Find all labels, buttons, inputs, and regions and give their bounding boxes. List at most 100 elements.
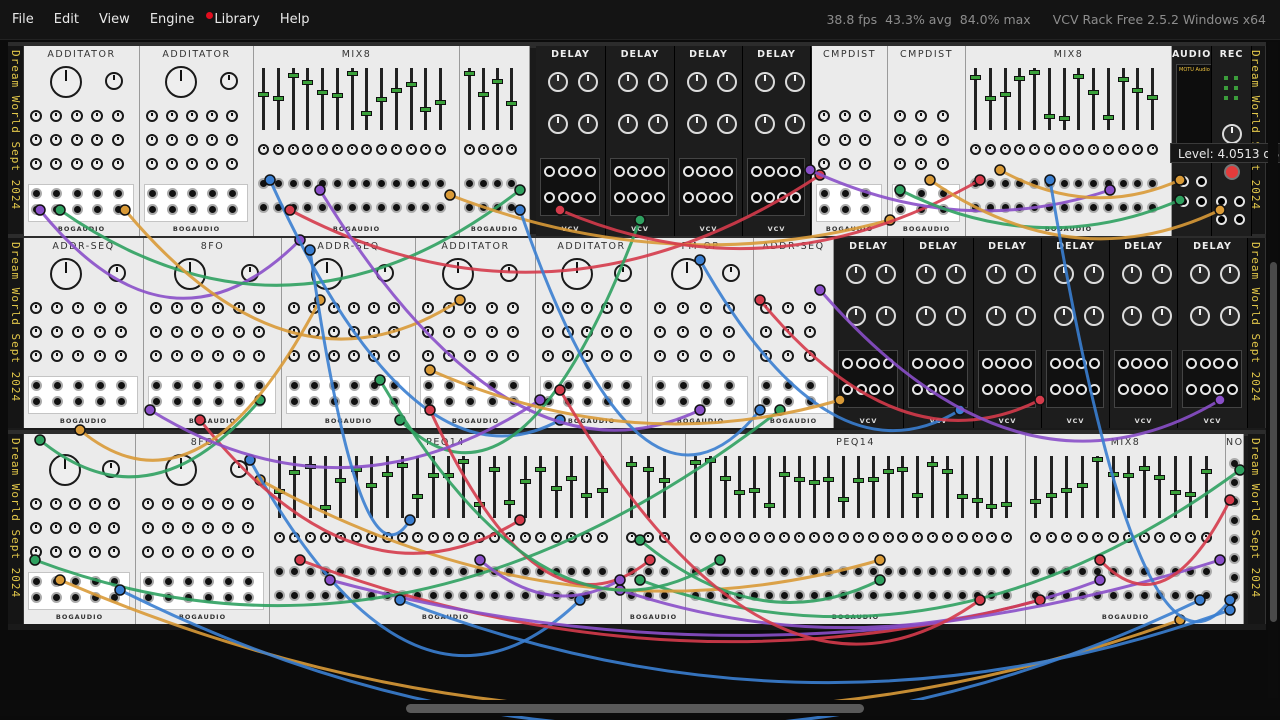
jack[interactable]: [274, 590, 285, 601]
knob[interactable]: [69, 522, 82, 534]
knob[interactable]: [600, 302, 613, 314]
knob[interactable]: [1122, 306, 1142, 326]
fader[interactable]: [258, 68, 269, 130]
jack[interactable]: [94, 396, 106, 407]
fader-handle[interactable]: [1001, 502, 1013, 507]
jack[interactable]: [1117, 202, 1129, 213]
jack[interactable]: [655, 380, 666, 391]
knob[interactable]: [1185, 532, 1196, 543]
module-delay[interactable]: DELAY VCV: [606, 46, 675, 236]
knob[interactable]: [542, 326, 554, 338]
knob[interactable]: [785, 114, 805, 134]
module-peq14[interactable]: PEQ14 BOGAUDIO: [270, 434, 622, 624]
module-delay[interactable]: DELAY VCV: [675, 46, 743, 236]
jack[interactable]: [952, 358, 964, 369]
jack[interactable]: [882, 590, 894, 601]
knob[interactable]: [70, 134, 83, 146]
fader[interactable]: [435, 68, 447, 130]
knob[interactable]: [760, 302, 772, 314]
fader[interactable]: [519, 456, 531, 518]
knob[interactable]: [146, 110, 158, 122]
knob[interactable]: [749, 532, 761, 543]
knob[interactable]: [506, 350, 519, 362]
fader[interactable]: [984, 68, 996, 130]
jack[interactable]: [764, 590, 776, 601]
jack[interactable]: [1138, 566, 1150, 577]
jack[interactable]: [1185, 590, 1196, 601]
knob[interactable]: [581, 532, 593, 543]
jack[interactable]: [823, 566, 835, 577]
jack[interactable]: [317, 202, 329, 213]
knob[interactable]: [226, 158, 238, 170]
knob[interactable]: [302, 144, 314, 155]
jack[interactable]: [1229, 496, 1240, 507]
jack[interactable]: [317, 178, 329, 189]
jack[interactable]: [489, 590, 501, 601]
jack[interactable]: [734, 566, 746, 577]
knob[interactable]: [1107, 532, 1119, 543]
jack[interactable]: [1200, 590, 1212, 601]
jack[interactable]: [309, 380, 320, 391]
knob[interactable]: [368, 302, 380, 314]
jack[interactable]: [1076, 566, 1088, 577]
fader-handle[interactable]: [473, 502, 485, 507]
jack[interactable]: [289, 590, 301, 601]
knob[interactable]: [202, 498, 214, 510]
knob[interactable]: [348, 350, 360, 362]
fader-handle[interactable]: [704, 458, 716, 463]
jack[interactable]: [999, 202, 1011, 213]
jack[interactable]: [167, 188, 178, 199]
knob[interactable]: [687, 72, 707, 92]
fader-handle[interactable]: [970, 75, 981, 80]
module-panel[interactable]: BOGAUDIO: [24, 434, 136, 624]
knob[interactable]: [677, 326, 689, 338]
knob[interactable]: [50, 134, 63, 146]
jack[interactable]: [1200, 566, 1212, 577]
knob[interactable]: [755, 114, 775, 134]
jack[interactable]: [443, 590, 454, 601]
module-addr-seq[interactable]: ADDR-SEQ BOGAUDIO: [24, 238, 144, 428]
knob[interactable]: [162, 522, 174, 534]
knob[interactable]: [72, 302, 85, 314]
module-rack[interactable]: Dream World Sept 2024 Dream World Sept 20…: [8, 42, 1266, 630]
knob[interactable]: [30, 546, 42, 558]
fader[interactable]: [1123, 456, 1134, 518]
jack[interactable]: [1089, 384, 1100, 395]
jack[interactable]: [1213, 358, 1224, 369]
jack[interactable]: [423, 380, 434, 391]
fader[interactable]: [272, 68, 284, 130]
knob[interactable]: [578, 72, 598, 92]
jack[interactable]: [808, 566, 820, 577]
jack[interactable]: [183, 592, 194, 603]
jack[interactable]: [289, 566, 301, 577]
knob[interactable]: [422, 326, 434, 338]
fader[interactable]: [1014, 68, 1026, 130]
knob[interactable]: [1200, 532, 1212, 543]
jack[interactable]: [350, 590, 362, 601]
knob[interactable]: [970, 144, 981, 155]
fader-handle[interactable]: [1154, 475, 1165, 480]
fader-handle[interactable]: [927, 462, 939, 467]
jack[interactable]: [258, 178, 269, 189]
jack[interactable]: [557, 166, 569, 177]
knob[interactable]: [443, 532, 454, 543]
menu-engine[interactable]: Engine: [140, 0, 205, 40]
knob[interactable]: [859, 110, 872, 122]
knob[interactable]: [719, 532, 731, 543]
jack[interactable]: [1229, 553, 1240, 564]
fader-handle[interactable]: [335, 478, 347, 483]
jack[interactable]: [1001, 590, 1013, 601]
jack[interactable]: [584, 166, 596, 177]
knob[interactable]: [308, 302, 320, 314]
jack[interactable]: [696, 192, 707, 203]
knob[interactable]: [760, 326, 772, 338]
knob[interactable]: [506, 302, 519, 314]
knob[interactable]: [1190, 306, 1210, 326]
knob[interactable]: [111, 158, 124, 170]
jack[interactable]: [751, 166, 762, 177]
knob[interactable]: [166, 134, 178, 146]
jack[interactable]: [614, 192, 625, 203]
jack[interactable]: [941, 590, 953, 601]
knob[interactable]: [70, 158, 83, 170]
jack[interactable]: [1063, 384, 1074, 395]
